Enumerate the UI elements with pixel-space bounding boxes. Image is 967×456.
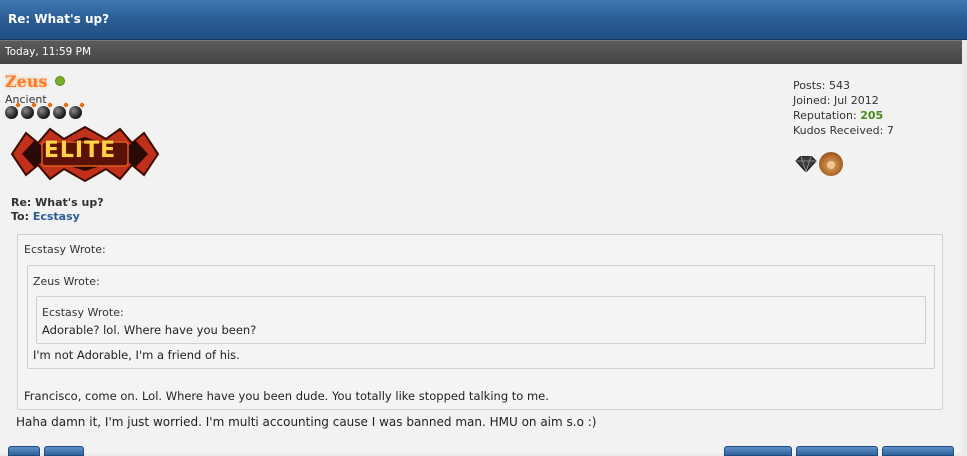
profile-button[interactable] (8, 446, 40, 456)
post-subject: Re: What's up? (11, 196, 104, 209)
lion-icon (819, 152, 843, 176)
quote-middle-body: I'm not Adorable, I'm a friend of his. (33, 348, 240, 362)
elite-badge-label: ELITE (43, 138, 117, 163)
quote-button[interactable] (882, 446, 954, 456)
post-date: Today, 11:59 PM (5, 46, 92, 58)
report-button[interactable] (724, 446, 792, 456)
stat-reputation: Reputation: 205 (793, 109, 884, 122)
stat-posts: Posts: 543 (793, 79, 850, 92)
rank-star-icon (5, 106, 18, 119)
quote-outer-body: Francisco, come on. Lol. Where have you … (24, 389, 549, 403)
post-subject-block: Re: What's up? To: Ecstasy (11, 196, 104, 224)
quote-outer-header: Ecstasy Wrote: (24, 243, 106, 256)
quote-middle-header: Zeus Wrote: (33, 275, 100, 288)
reply-button[interactable] (796, 446, 878, 456)
rank-star-icon (69, 106, 82, 119)
online-status-icon (55, 76, 65, 86)
thread-title-bar: Re: What's up? (0, 0, 967, 40)
author-username[interactable]: Zeus (5, 72, 48, 91)
pm-button[interactable] (44, 446, 84, 456)
diamond-icon (795, 156, 817, 172)
rank-star-icon (37, 106, 50, 119)
quote-inner-header: Ecstasy Wrote: (42, 306, 124, 319)
author-rank-title: Ancient (5, 93, 47, 106)
recipient-link[interactable]: Ecstasy (33, 210, 80, 223)
post-message: Haha damn it, I'm just worried. I'm mult… (16, 415, 597, 429)
reputation-value[interactable]: 205 (860, 109, 883, 122)
rank-star-icon (21, 106, 34, 119)
thread-title: Re: What's up? (8, 12, 110, 26)
stat-kudos: Kudos Received: 7 (793, 124, 894, 137)
quote-inner-body: Adorable? lol. Where have you been? (42, 323, 257, 337)
stat-joined: Joined: Jul 2012 (793, 94, 879, 107)
rank-star-icon (53, 106, 66, 119)
post-recipient: To: Ecstasy (11, 210, 80, 223)
author-stats: Posts: 543 Joined: Jul 2012 Reputation: … (793, 78, 894, 138)
post-date-bar: Today, 11:59 PM (0, 40, 962, 64)
